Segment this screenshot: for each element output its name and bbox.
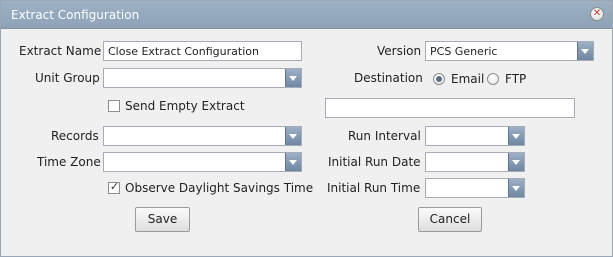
chevron-down-icon[interactable] — [508, 127, 524, 145]
dialog-title: Extract Configuration — [11, 8, 140, 22]
chevron-down-icon[interactable] — [285, 69, 301, 87]
destination-address-input[interactable] — [325, 98, 575, 118]
extract-name-value: Close Extract Configuration — [108, 45, 259, 58]
run-interval-dropdown[interactable] — [425, 126, 525, 146]
chevron-down-icon[interactable] — [577, 42, 593, 60]
chevron-down-icon[interactable] — [285, 153, 301, 171]
version-value: PCS Generic — [430, 45, 498, 58]
version-label: Version — [377, 44, 422, 58]
initial-run-time-label: Initial Run Time — [327, 181, 421, 195]
extract-name-label: Extract Name — [19, 44, 102, 58]
version-dropdown[interactable]: PCS Generic — [425, 41, 594, 61]
dialog-titlebar[interactable]: Extract Configuration ✕ — [1, 1, 612, 29]
cancel-button[interactable]: Cancel — [418, 207, 482, 232]
save-button[interactable]: Save — [135, 207, 190, 232]
unit-group-label: Unit Group — [35, 71, 100, 85]
destination-label: Destination — [354, 71, 423, 85]
initial-run-date-dropdown[interactable] — [425, 152, 525, 172]
records-dropdown[interactable] — [103, 126, 302, 146]
destination-email-radio[interactable] — [433, 73, 445, 85]
observe-dst-label: Observe Daylight Savings Time — [125, 181, 314, 195]
chevron-down-icon[interactable] — [285, 127, 301, 145]
chevron-down-icon[interactable] — [508, 179, 524, 197]
initial-run-date-label: Initial Run Date — [328, 155, 421, 169]
records-label: Records — [51, 129, 99, 143]
time-zone-dropdown[interactable] — [103, 152, 302, 172]
close-icon[interactable]: ✕ — [590, 7, 604, 21]
send-empty-extract-label: Send Empty Extract — [125, 99, 245, 113]
run-interval-label: Run Interval — [348, 129, 421, 143]
initial-run-time-dropdown[interactable] — [425, 178, 525, 198]
extract-name-input[interactable]: Close Extract Configuration — [103, 41, 302, 61]
send-empty-extract-checkbox[interactable] — [108, 100, 120, 112]
extract-configuration-dialog: Extract Configuration ✕ Extract Name Clo… — [0, 0, 613, 257]
unit-group-dropdown[interactable] — [103, 68, 302, 88]
destination-email-label: Email — [451, 72, 485, 86]
time-zone-label: Time Zone — [37, 155, 101, 169]
chevron-down-icon[interactable] — [508, 153, 524, 171]
destination-ftp-radio[interactable] — [487, 73, 499, 85]
destination-ftp-label: FTP — [505, 72, 527, 86]
observe-dst-checkbox[interactable]: ✓ — [108, 180, 120, 194]
